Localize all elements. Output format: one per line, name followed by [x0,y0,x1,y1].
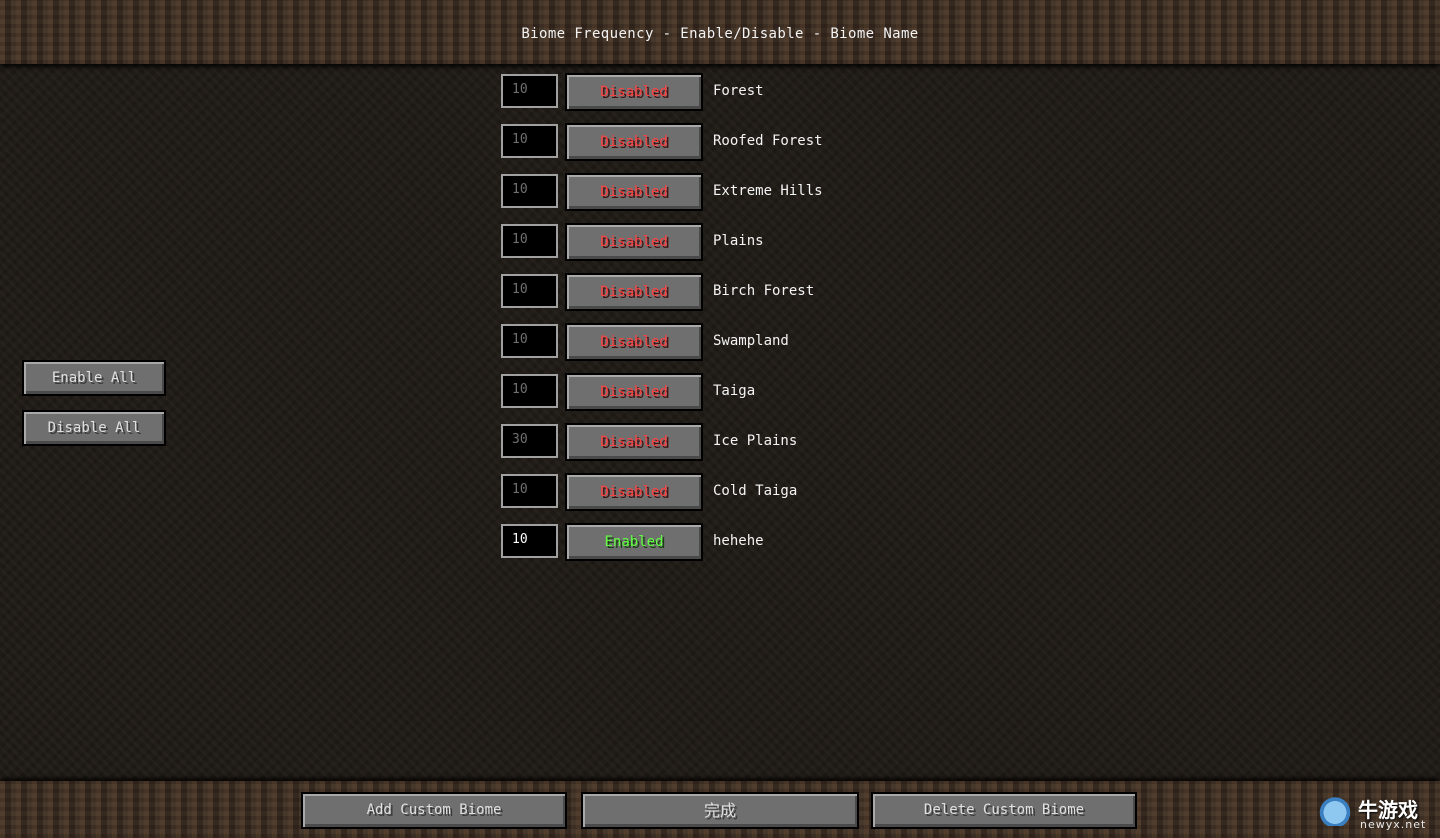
biome-name: Swampland [713,333,789,349]
frequency-input[interactable]: 10 [501,474,558,508]
biome-name: Cold Taiga [713,483,798,499]
biome-row-forest: 10 Disabled Forest [501,73,921,111]
done-button[interactable]: 完成 [581,792,859,829]
biome-name: Birch Forest [713,283,815,299]
page-title: Biome Frequency - Enable/Disable - Biome… [521,26,919,42]
watermark: 牛游戏 newyx.net [1316,794,1436,834]
biome-row-birch-forest: 10 Disabled Birch Forest [501,273,921,311]
biome-name: Forest [713,83,764,99]
enable-all-button[interactable]: Enable All [22,360,166,396]
biome-name: Taiga [713,383,756,399]
frequency-input[interactable]: 10 [501,274,558,308]
biome-row-taiga: 10 Disabled Taiga [501,373,921,411]
toggle-button[interactable]: Disabled [565,223,703,261]
watermark-url: newyx.net [1360,818,1427,831]
biome-name: Plains [713,233,764,249]
biome-row-roofed-forest: 10 Disabled Roofed Forest [501,123,921,161]
disable-all-button[interactable]: Disable All [22,410,166,446]
delete-custom-biome-button[interactable]: Delete Custom Biome [871,792,1137,829]
frequency-input[interactable]: 10 [501,224,558,258]
frequency-input[interactable]: 10 [501,374,558,408]
biome-row-cold-taiga: 10 Disabled Cold Taiga [501,473,921,511]
frequency-input[interactable]: 10 [501,124,558,158]
frequency-input[interactable]: 10 [501,524,558,558]
toggle-button[interactable]: Enabled [565,523,703,561]
biome-name: Roofed Forest [713,133,823,149]
toggle-button[interactable]: Disabled [565,323,703,361]
biome-row-hehehe: 10 Enabled hehehe [501,523,921,561]
biome-row-swampland: 10 Disabled Swampland [501,323,921,361]
biome-row-plains: 10 Disabled Plains [501,223,921,261]
biome-name: Ice Plains [713,433,798,449]
toggle-button[interactable]: Disabled [565,173,703,211]
biome-row-extreme-hills: 10 Disabled Extreme Hills [501,173,921,211]
frequency-input[interactable]: 10 [501,324,558,358]
toggle-button[interactable]: Disabled [565,273,703,311]
title-bar: Biome Frequency - Enable/Disable - Biome… [0,0,1440,64]
toggle-button[interactable]: Disabled [565,473,703,511]
biome-row-ice-plains: 30 Disabled Ice Plains [501,423,921,461]
toggle-button[interactable]: Disabled [565,373,703,411]
toggle-button[interactable]: Disabled [565,73,703,111]
biome-name: hehehe [713,533,764,549]
frequency-input[interactable]: 10 [501,74,558,108]
frequency-input[interactable]: 10 [501,174,558,208]
toggle-button[interactable]: Disabled [565,123,703,161]
add-custom-biome-button[interactable]: Add Custom Biome [301,792,567,829]
biome-name: Extreme Hills [713,183,823,199]
toggle-button[interactable]: Disabled [565,423,703,461]
watermark-logo-icon [1316,796,1354,826]
frequency-input[interactable]: 30 [501,424,558,458]
